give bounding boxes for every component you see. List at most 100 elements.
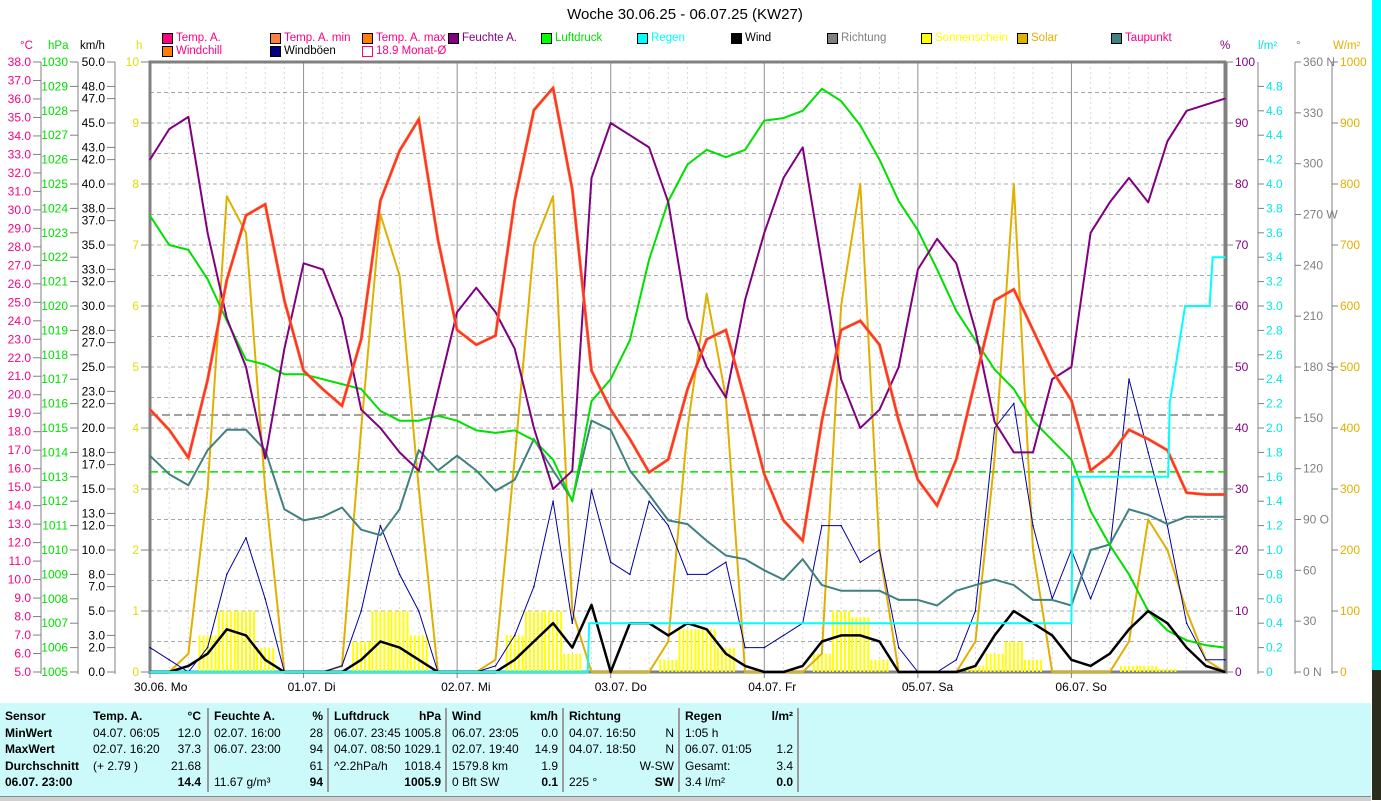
stats-row: (+ 2.79 ) 21.68 (88, 758, 205, 775)
data-point (917, 478, 919, 481)
stats-label: 04.07. 06:05 (93, 725, 160, 740)
data-point (398, 573, 401, 576)
stats-rain: Regen l/m² 1:05 h 06.07. 01:05 1.2 Gesamt: 3.4… (678, 708, 797, 792)
sunshine-bar (840, 611, 843, 672)
data-point (533, 427, 535, 429)
data-point (1205, 515, 1207, 518)
axis-tick-label: 21.0 (8, 369, 32, 383)
axis-tick-label: 180 S (1303, 360, 1334, 374)
data-point (859, 183, 862, 185)
axis-tick-label: 300 (1340, 482, 1360, 496)
data-point (379, 427, 382, 429)
axis-tick-label: 1007 (41, 616, 68, 630)
data-point (206, 488, 209, 490)
data-point (878, 344, 881, 346)
sunshine-bar (421, 635, 424, 672)
stats-row: 02.07. 19:40 14.9 (447, 741, 562, 758)
axis-tick-label: 35.0 (82, 238, 106, 252)
data-point (1032, 549, 1034, 551)
data-point (763, 232, 766, 234)
axis-tick-label: 400 (1340, 421, 1360, 435)
stats-value: km/h (529, 709, 558, 723)
data-point (552, 458, 554, 461)
data-point (1224, 671, 1226, 673)
data-point (245, 429, 247, 431)
axis-tick-label: 100 (1340, 604, 1360, 618)
stats-row: Feuchte A.% (209, 708, 327, 725)
stats-sensor-avg: Durchschnitt (5, 758, 80, 773)
axis-tick-label: 35.0 (8, 110, 32, 124)
axis-tick-label: 200 (1340, 543, 1360, 557)
data-point (1128, 177, 1130, 179)
data-point (667, 519, 670, 522)
stats-label: 04.07. 08:50 (334, 742, 401, 756)
data-point (552, 87, 554, 89)
stats-row: Regen l/m² (680, 708, 797, 725)
x-day-label: 30.06. Mo (134, 680, 188, 694)
data-point (1089, 549, 1092, 551)
sunshine-bar (402, 611, 405, 672)
data-point (1147, 438, 1150, 440)
axis-tick-label: 1014 (41, 445, 68, 459)
stats-label: 3.4 l/m² (685, 775, 726, 789)
axis-tick-label: 80 (1235, 177, 1249, 191)
data-point (821, 262, 823, 265)
x-day-label: 01.07. Di (288, 680, 336, 694)
data-point (149, 646, 151, 649)
sunshine-bar (360, 641, 363, 672)
data-point (513, 429, 516, 432)
data-point (1147, 451, 1150, 454)
stats-label: Regen (685, 709, 722, 723)
stats-value: 0.0 (541, 725, 558, 740)
data-point (725, 652, 727, 655)
data-point (1166, 622, 1169, 624)
axis-tick-label: 0.2 (1266, 641, 1283, 655)
axis-tick-label: 23.0 (82, 384, 106, 398)
sunshine-bar (394, 611, 397, 672)
stats-value: l/m² (771, 709, 793, 723)
axis-tick-label: 17.0 (82, 458, 106, 472)
data-point (437, 390, 439, 393)
sunshine-bar (560, 611, 563, 672)
axis-tick-label: 2.6 (1266, 348, 1283, 362)
data-point (725, 329, 727, 331)
data-point (1109, 549, 1111, 551)
axis-solar: 0 100 200 300 400 500 600 700 800 900 1000 (1331, 55, 1367, 679)
data-point (1185, 515, 1188, 518)
data-point (321, 268, 324, 271)
data-point (744, 149, 746, 151)
data-point (1051, 439, 1054, 442)
sunshine-bar (1147, 665, 1150, 672)
stats-value: 28 (309, 725, 323, 740)
axis-tick-label: 500 (1340, 360, 1360, 374)
data-point (629, 339, 631, 341)
sunshine-bar (697, 629, 700, 672)
sunshine-bar (563, 653, 566, 672)
data-point (897, 200, 900, 202)
data-point (1070, 458, 1073, 461)
axis-tick-label: 40.0 (82, 177, 106, 191)
data-point (955, 589, 958, 592)
stats-label: Luftdruck (334, 709, 390, 723)
axis-tick-label: 34.0 (8, 129, 32, 143)
sunshine-bar (513, 635, 516, 672)
sunshine-bar (659, 659, 662, 672)
data-point (206, 232, 209, 234)
axis-tick-label: 1005 (41, 665, 68, 679)
stats-sensor-max: MaxWert (5, 742, 55, 756)
data-point (1208, 305, 1211, 307)
data-point (974, 640, 977, 643)
axis-tick-label: 300 (1303, 157, 1323, 171)
sunshine-bar (716, 647, 719, 672)
axis-tick-label: 3.4 (1266, 250, 1283, 264)
data-point (1224, 256, 1226, 259)
data-point (1128, 378, 1130, 381)
data-point (398, 646, 401, 649)
sunshine-bar (832, 611, 835, 672)
data-point (993, 368, 996, 371)
stats-value: N (665, 725, 674, 740)
data-point (417, 419, 420, 422)
axis-tick-label: 0 (1340, 665, 1347, 679)
data-point (609, 408, 612, 411)
axis-tick-label: 1012 (41, 494, 68, 508)
